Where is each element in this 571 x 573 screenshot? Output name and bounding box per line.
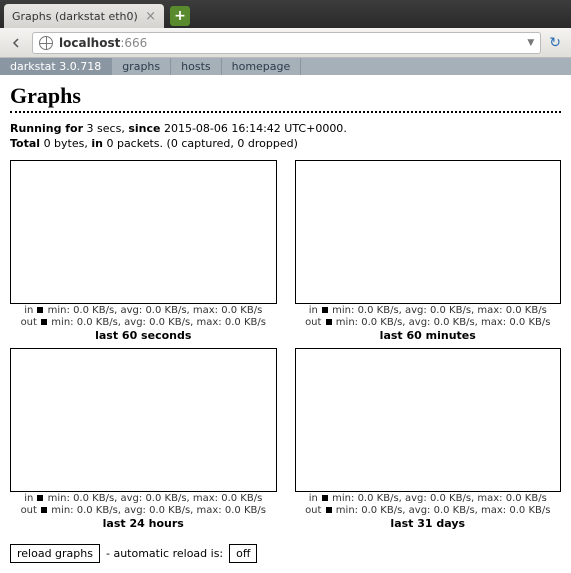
app-nav: darkstat 3.0.718 graphs hosts homepage xyxy=(0,58,571,75)
browser-tab[interactable]: Graphs (darkstat eth0) × xyxy=(4,4,164,28)
url-host: localhost xyxy=(59,36,120,50)
in-label: in xyxy=(91,137,103,150)
total-bytes: 0 bytes, xyxy=(44,137,88,150)
graphs-grid: in min: 0.0 KB/s, avg: 0.0 KB/s, max: 0.… xyxy=(10,160,561,530)
page-title: Graphs xyxy=(10,83,561,109)
square-icon xyxy=(37,307,43,313)
url-text: localhost:666 xyxy=(59,36,521,50)
reload-graphs-button[interactable]: reload graphs xyxy=(10,544,100,563)
graph-title: last 60 minutes xyxy=(295,329,562,342)
auto-reload-label: - automatic reload is: xyxy=(106,547,223,560)
captured-dropped: (0 captured, 0 dropped) xyxy=(167,137,298,150)
address-bar: localhost:666 ▼ ↻ xyxy=(0,28,571,58)
total-label: Total xyxy=(10,137,40,150)
footer-controls: reload graphs - automatic reload is: off xyxy=(10,544,561,563)
running-value: 3 secs, xyxy=(87,122,125,135)
nav-homepage[interactable]: homepage xyxy=(222,58,302,75)
graph-stat-in: in min: 0.0 KB/s, avg: 0.0 KB/s, max: 0.… xyxy=(295,493,562,504)
graph-title: last 60 seconds xyxy=(10,329,277,342)
square-icon xyxy=(322,307,328,313)
graph-canvas xyxy=(10,160,277,304)
graph-stat-out: out min: 0.0 KB/s, avg: 0.0 KB/s, max: 0… xyxy=(10,505,277,516)
graph-stat-out: out min: 0.0 KB/s, avg: 0.0 KB/s, max: 0… xyxy=(295,505,562,516)
browser-tab-strip: Graphs (darkstat eth0) × + xyxy=(0,0,571,28)
graph-stat-out: out min: 0.0 KB/s, avg: 0.0 KB/s, max: 0… xyxy=(10,317,277,328)
chevron-left-icon xyxy=(12,38,22,48)
square-icon xyxy=(41,319,47,325)
tab-title: Graphs (darkstat eth0) xyxy=(12,10,138,23)
page-content: Graphs Running for 3 secs, since 2015-08… xyxy=(0,75,571,573)
square-icon xyxy=(322,495,328,501)
close-icon[interactable]: × xyxy=(145,9,156,24)
reload-icon[interactable]: ↻ xyxy=(545,35,565,51)
graph-stat-out: out min: 0.0 KB/s, avg: 0.0 KB/s, max: 0… xyxy=(295,317,562,328)
back-button[interactable] xyxy=(6,32,28,54)
square-icon xyxy=(37,495,43,501)
graph-canvas xyxy=(295,348,562,492)
graph-stat-in: in min: 0.0 KB/s, avg: 0.0 KB/s, max: 0.… xyxy=(295,305,562,316)
graph-cell: in min: 0.0 KB/s, avg: 0.0 KB/s, max: 0.… xyxy=(295,160,562,342)
status-block: Running for 3 secs, since 2015-08-06 16:… xyxy=(10,121,561,152)
graph-stat-in: in min: 0.0 KB/s, avg: 0.0 KB/s, max: 0.… xyxy=(10,493,277,504)
nav-hosts[interactable]: hosts xyxy=(171,58,221,75)
graph-stat-in: in min: 0.0 KB/s, avg: 0.0 KB/s, max: 0.… xyxy=(10,305,277,316)
app-version: darkstat 3.0.718 xyxy=(0,58,112,75)
auto-reload-toggle[interactable]: off xyxy=(229,544,257,563)
chevron-down-icon[interactable]: ▼ xyxy=(527,38,534,48)
graph-canvas xyxy=(10,348,277,492)
since-label: since xyxy=(128,122,160,135)
graph-canvas xyxy=(295,160,562,304)
globe-icon xyxy=(39,36,53,50)
nav-graphs[interactable]: graphs xyxy=(112,58,171,75)
square-icon xyxy=(41,507,47,513)
url-port: :666 xyxy=(120,36,147,50)
since-value: 2015-08-06 16:14:42 UTC+0000 xyxy=(164,122,343,135)
square-icon xyxy=(326,319,332,325)
packets-value: 0 packets. xyxy=(106,137,163,150)
divider xyxy=(10,111,561,113)
graph-cell: in min: 0.0 KB/s, avg: 0.0 KB/s, max: 0.… xyxy=(295,348,562,530)
graph-cell: in min: 0.0 KB/s, avg: 0.0 KB/s, max: 0.… xyxy=(10,160,277,342)
url-input[interactable]: localhost:666 ▼ xyxy=(32,32,541,54)
new-tab-button[interactable]: + xyxy=(170,6,190,26)
running-label: Running for xyxy=(10,122,83,135)
square-icon xyxy=(326,507,332,513)
graph-cell: in min: 0.0 KB/s, avg: 0.0 KB/s, max: 0.… xyxy=(10,348,277,530)
